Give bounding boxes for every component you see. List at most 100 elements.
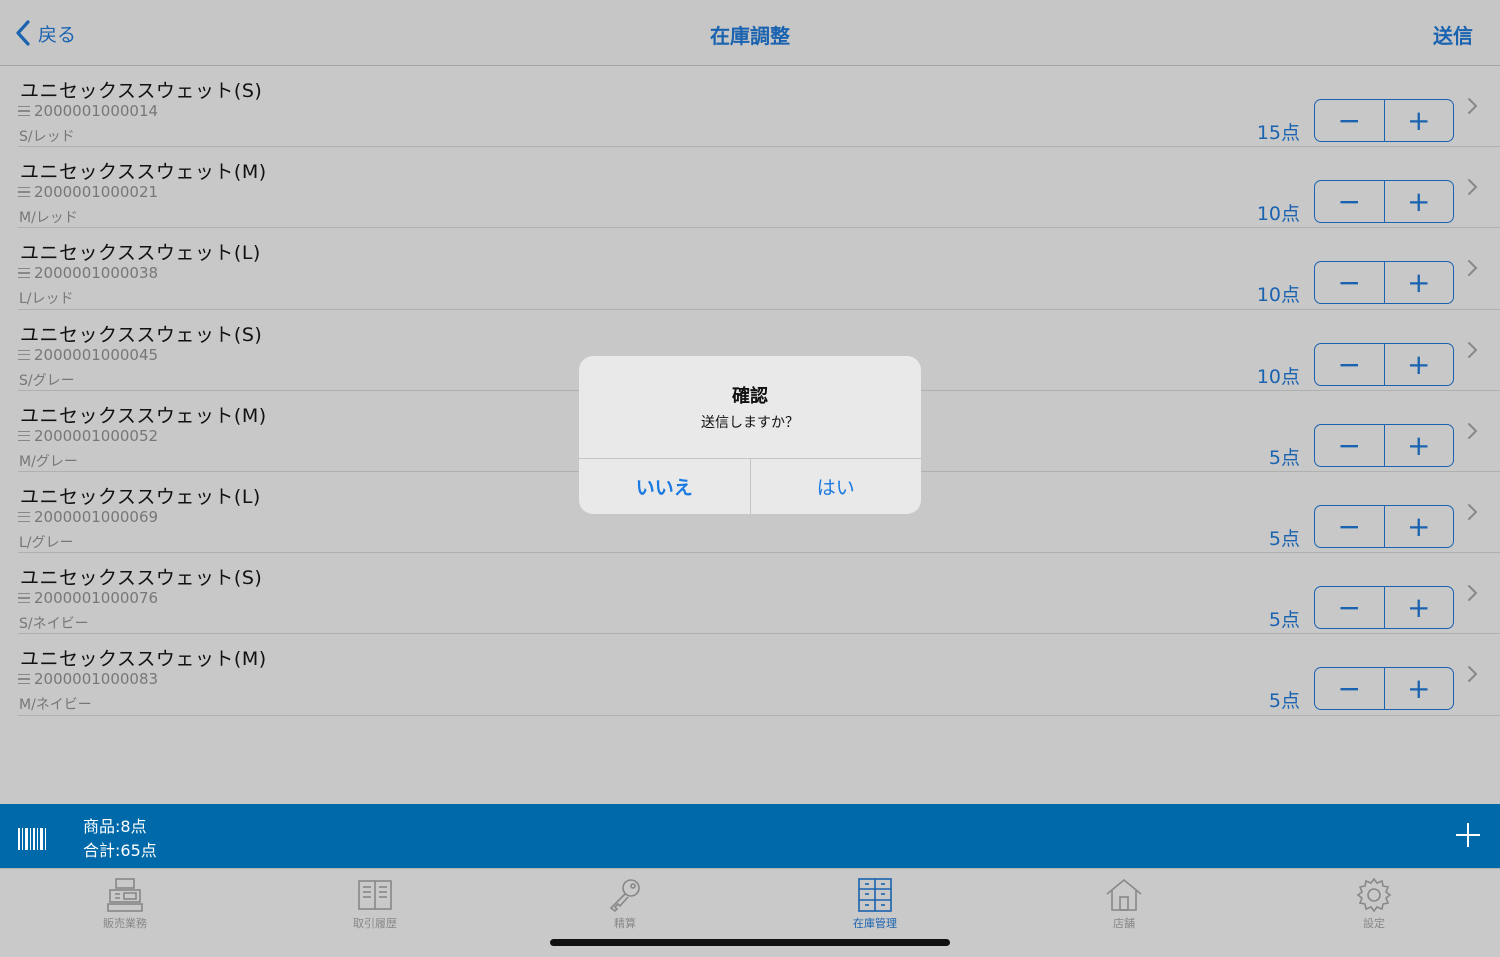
item-count: 商品:8点 (83, 817, 147, 836)
product-variant: S/グレー (19, 372, 75, 389)
product-name: ユニセックススウェット(L) (20, 242, 261, 265)
chevron-right-icon[interactable] (1466, 96, 1480, 116)
barcode-small-icon (18, 430, 30, 441)
code-text: 2000001000045 (34, 345, 159, 364)
list-item[interactable]: ユニセックススウェット(S) 2000001000076 S/ネイビー 5点 − + (0, 553, 1500, 635)
code-text: 2000001000014 (34, 102, 159, 120)
barcode-icon[interactable] (18, 828, 46, 850)
increment-button[interactable]: + (1385, 262, 1454, 303)
quantity-stepper: − + (1314, 261, 1454, 305)
barcode-small-icon (18, 106, 30, 116)
register-icon (107, 878, 143, 912)
list-item[interactable]: ユニセックススウェット(M) 2000001000021 M/レッド 10点 − + (0, 147, 1500, 229)
increment-button[interactable]: + (1385, 100, 1454, 141)
summary-bar: 商品:8点 合計:65点 (0, 804, 1500, 868)
decrement-button[interactable]: − (1315, 424, 1385, 466)
product-name: ユニセックススウェット(S) (20, 323, 263, 346)
decrement-button[interactable]: − (1315, 181, 1385, 223)
chevron-right-icon[interactable] (1466, 340, 1480, 360)
barcode-small-icon (18, 268, 30, 279)
dialog-buttons: いいえ はい (579, 458, 921, 514)
chevron-right-icon[interactable] (1466, 664, 1480, 684)
increment-button[interactable]: + (1385, 587, 1454, 628)
total-count: 合計:65点 (83, 841, 157, 860)
tab-label: 精算 (614, 917, 636, 930)
product-name: ユニセックススウェット(M) (20, 404, 267, 427)
tab-store[interactable]: 店舗 (1064, 875, 1184, 931)
quantity-stepper: − + (1314, 667, 1454, 711)
barcode-small-icon (18, 674, 30, 685)
page-title: 在庫調整 (710, 24, 790, 48)
quantity: 5点 (1268, 690, 1300, 713)
product-name: ユニセックススウェット(L) (20, 485, 261, 508)
product-name: ユニセックススウェット(S) (20, 567, 263, 590)
decrement-button[interactable]: − (1315, 587, 1385, 629)
quantity: 15点 (1256, 122, 1300, 144)
product-variant: S/レッド (19, 129, 75, 145)
tab-label: 設定 (1363, 917, 1385, 930)
code-text: 2000001000052 (34, 426, 159, 445)
product-variant: M/レッド (19, 210, 78, 227)
decrement-button[interactable]: − (1315, 343, 1385, 385)
product-code: 2000001000021 (18, 183, 158, 201)
quantity: 5点 (1268, 446, 1300, 469)
list-item[interactable]: ユニセックススウェット(L) 2000001000038 L/レッド 10点 − + (0, 228, 1500, 310)
dialog-message: 送信しますか？ (701, 415, 799, 431)
product-variant: M/グレー (19, 453, 78, 470)
code-text: 2000001000076 (34, 589, 159, 608)
no-button[interactable]: いいえ (579, 459, 751, 514)
product-code: 2000001000083 (18, 670, 158, 688)
product-name: ユニセックススウェット(M) (20, 161, 267, 184)
quantity-stepper: − + (1314, 342, 1454, 386)
increment-button[interactable]: + (1385, 668, 1454, 709)
increment-button[interactable]: + (1385, 181, 1454, 222)
quantity: 10点 (1256, 203, 1300, 226)
quantity: 10点 (1256, 365, 1300, 388)
tab-inventory[interactable]: 在庫管理 (815, 875, 935, 931)
product-variant: L/グレー (19, 534, 74, 551)
product-code: 2000001000076 (18, 589, 158, 607)
gear-icon (1356, 877, 1392, 913)
barcode-small-icon (18, 349, 30, 360)
decrement-button[interactable]: − (1315, 100, 1385, 141)
product-code: 2000001000045 (18, 346, 158, 364)
tab-label: 店舗 (1113, 917, 1135, 930)
dialog-title: 確認 (732, 386, 768, 407)
chevron-right-icon[interactable] (1466, 421, 1480, 441)
product-variant: S/ネイビー (19, 616, 89, 633)
decrement-button[interactable]: − (1315, 262, 1385, 304)
decrement-button[interactable]: − (1315, 668, 1385, 710)
add-icon[interactable] (1454, 821, 1482, 849)
chevron-right-icon[interactable] (1466, 502, 1480, 522)
product-code: 2000001000014 (18, 102, 158, 120)
send-button[interactable]: 送信 (1433, 20, 1473, 49)
list-item[interactable]: ユニセックススウェット(S) 2000001000014 S/レッド 15点 − + (0, 66, 1500, 148)
product-name: ユニセックススウェット(S) (20, 80, 263, 102)
tab-sales[interactable]: 販売業務 (65, 875, 185, 931)
quantity: 10点 (1256, 284, 1300, 307)
quantity-stepper: − + (1314, 423, 1454, 467)
tab-settings[interactable]: 設定 (1314, 875, 1434, 931)
chevron-right-icon[interactable] (1466, 258, 1480, 278)
tab-label: 取引履歴 (353, 917, 397, 930)
product-variant: M/ネイビー (19, 697, 92, 714)
product-code: 2000001000038 (18, 264, 158, 282)
barcode-small-icon (18, 511, 30, 522)
decrement-button[interactable]: − (1315, 505, 1385, 547)
chevron-right-icon[interactable] (1466, 177, 1480, 197)
code-text: 2000001000069 (34, 507, 159, 526)
list-item[interactable]: ユニセックススウェット(M) 2000001000083 M/ネイビー 5点 − + (0, 634, 1500, 716)
yes-button[interactable]: はい (751, 459, 922, 514)
key-icon (609, 879, 640, 913)
tab-settlement[interactable]: 精算 (565, 875, 685, 931)
product-code: 2000001000069 (18, 508, 158, 526)
summary-text: 商品:8点 合計:65点 (83, 815, 157, 863)
tab-history[interactable]: 取引履歴 (315, 875, 435, 931)
increment-button[interactable]: + (1385, 425, 1454, 466)
product-code: 2000001000052 (18, 427, 158, 445)
quantity-stepper: − + (1314, 504, 1454, 548)
increment-button[interactable]: + (1385, 506, 1454, 547)
chevron-right-icon[interactable] (1466, 583, 1480, 603)
quantity-stepper: − + (1314, 99, 1454, 142)
increment-button[interactable]: + (1385, 344, 1454, 385)
